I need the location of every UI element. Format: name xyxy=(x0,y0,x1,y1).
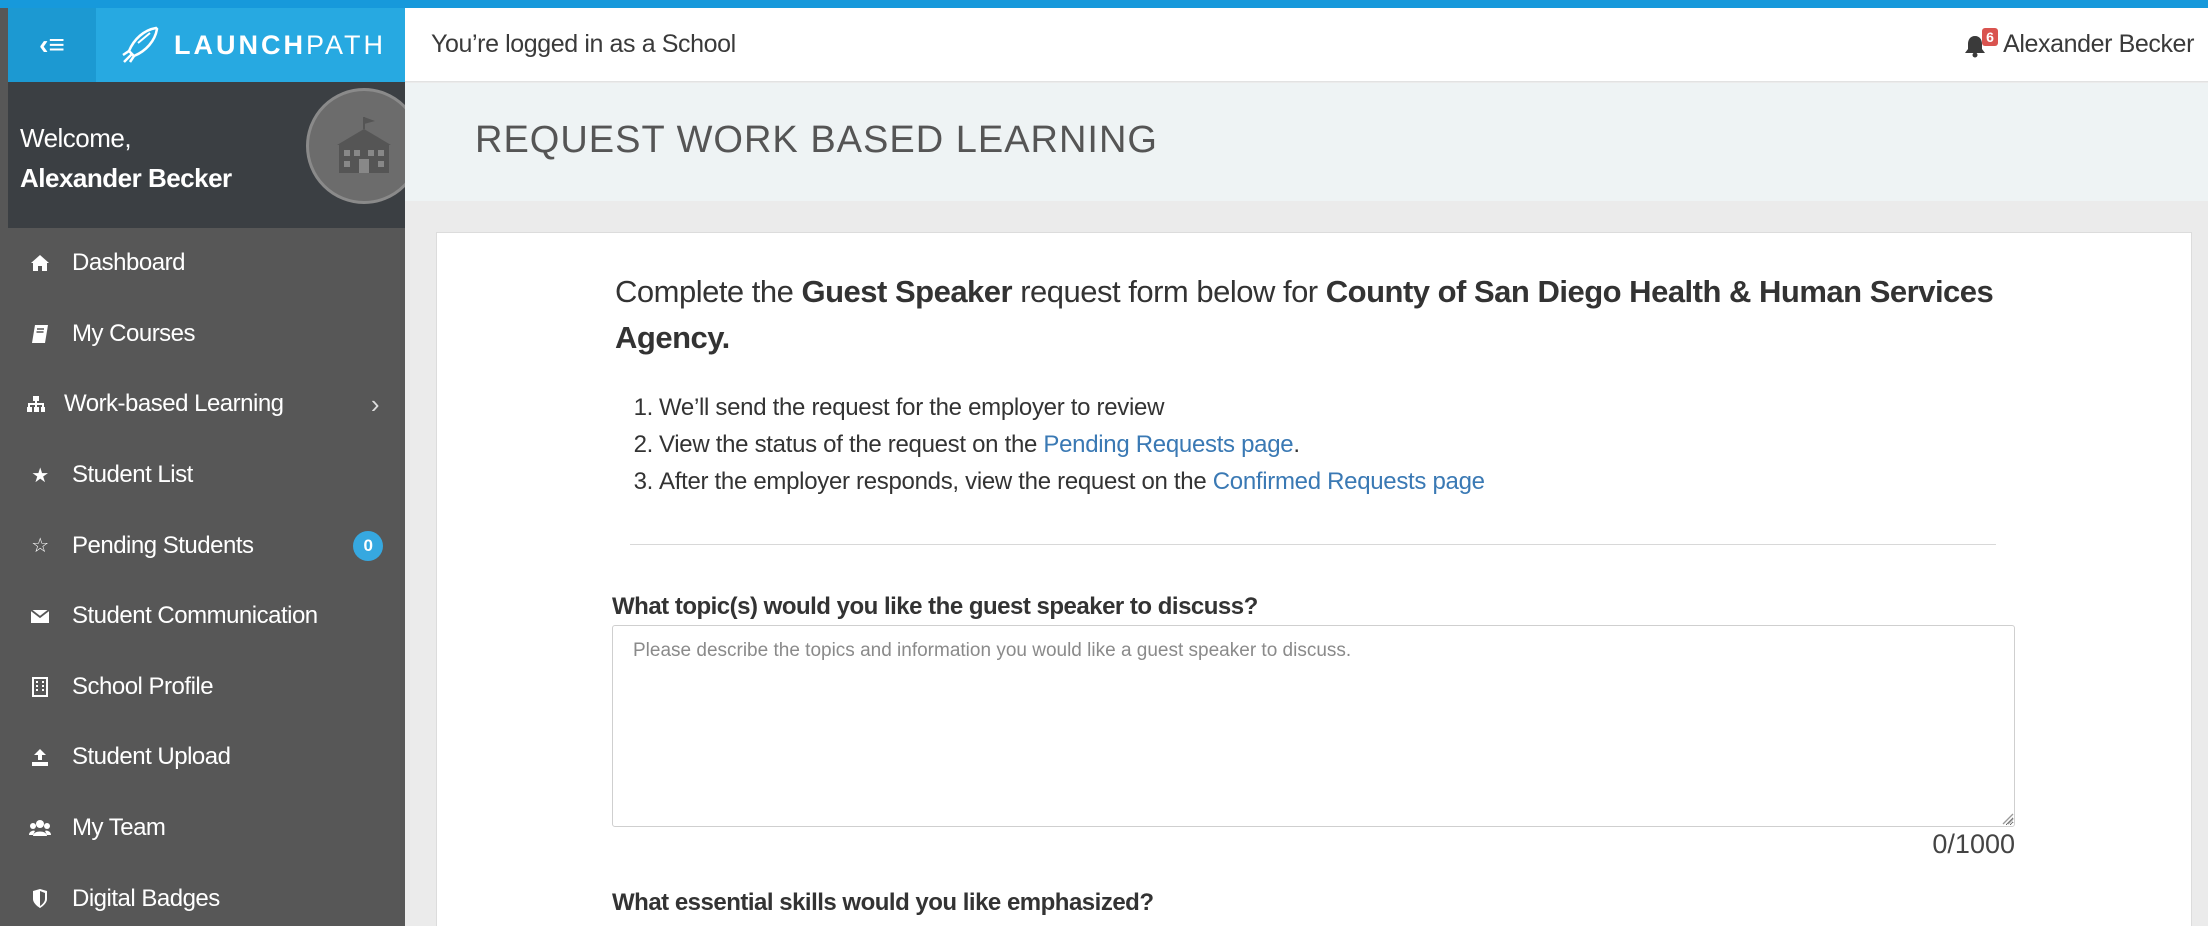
steps-list: 1. We’ll send the request for the employ… xyxy=(615,389,1485,500)
skills-question-label: What essential skills would you like emp… xyxy=(612,889,1154,916)
envelope-icon xyxy=(8,609,72,624)
star-outline-icon: ☆ xyxy=(31,535,49,558)
star-icon: ★ xyxy=(31,464,49,487)
list-item: 2. View the status of the request on the… xyxy=(615,426,1485,463)
sitemap-icon xyxy=(8,395,64,413)
sidebar-item-label: My Team xyxy=(72,814,166,842)
chevron-right-icon: › xyxy=(370,388,380,419)
list-item: 1. We’ll send the request for the employ… xyxy=(615,389,1485,426)
sidebar-item-label: Student List xyxy=(72,461,193,489)
sidebar-item-dashboard[interactable]: Dashboard xyxy=(8,228,405,299)
welcome-panel: Welcome, Alexander Becker xyxy=(8,82,405,228)
pending-students-badge: 0 xyxy=(353,530,383,561)
upload-icon xyxy=(8,747,72,767)
sidebar-item-label: Work-based Learning xyxy=(64,390,284,418)
resize-handle-icon[interactable] xyxy=(2000,811,2014,825)
confirmed-requests-link[interactable]: Confirmed Requests page xyxy=(1213,468,1485,495)
top-accent-strip xyxy=(0,0,2208,8)
pending-requests-link[interactable]: Pending Requests page xyxy=(1043,431,1293,458)
character-counter: 0/1000 xyxy=(1932,829,2015,859)
menu-collapse-icon[interactable]: ‹≡ xyxy=(8,8,96,82)
sidebar-item-my-team[interactable]: My Team xyxy=(8,793,405,864)
notifications-button[interactable]: 6 xyxy=(1964,28,1998,60)
step-number: 1. xyxy=(633,394,654,421)
page-title-band: REQUEST WORK BASED LEARNING xyxy=(405,83,2208,201)
sidebar-item-label: Dashboard xyxy=(72,249,185,277)
top-header: You’re logged in as a School 6 Alexander… xyxy=(405,8,2208,82)
step-text: View the status of the request on the xyxy=(659,431,1044,458)
sidebar-item-work-based-learning[interactable]: Work-based Learning › xyxy=(8,369,405,440)
request-type: Guest Speaker xyxy=(801,274,1013,309)
step-text: After the employer responds, view the re… xyxy=(659,468,1213,495)
users-icon xyxy=(8,819,72,837)
shield-icon xyxy=(8,888,72,909)
brand-name-bold: LAUNCH xyxy=(174,29,306,60)
sidebar-nav: Dashboard My Courses Work-based Learning… xyxy=(8,228,405,926)
topics-question-label: What topic(s) would you like the guest s… xyxy=(612,593,1258,620)
school-avatar[interactable] xyxy=(306,88,405,204)
rocket-icon xyxy=(122,26,159,63)
school-building-icon xyxy=(337,117,391,173)
step-number: 3. xyxy=(633,468,654,495)
sidebar-item-label: Student Communication xyxy=(72,602,318,630)
brand-bar: ‹≡ LAUNCHPATH xyxy=(8,8,405,82)
step-text: We’ll send the request for the employer … xyxy=(659,394,1165,421)
step-suffix: . xyxy=(1293,431,1300,458)
building-icon xyxy=(8,676,72,697)
sidebar-item-student-list[interactable]: ★ Student List xyxy=(8,440,405,511)
sidebar-item-school-profile[interactable]: School Profile xyxy=(8,652,405,723)
step-number: 2. xyxy=(633,431,654,458)
notification-count-badge: 6 xyxy=(1982,28,1998,46)
launchpath-logo[interactable]: LAUNCHPATH xyxy=(120,22,386,68)
sidebar-item-student-communication[interactable]: Student Communication xyxy=(8,581,405,652)
sidebar-item-student-upload[interactable]: Student Upload xyxy=(8,722,405,793)
welcome-greeting: Welcome, xyxy=(20,123,132,153)
sidebar-item-pending-students[interactable]: ☆ Pending Students 0 xyxy=(8,510,405,581)
form-intro: Complete the Guest Speaker request form … xyxy=(615,269,1995,361)
sidebar-item-my-courses[interactable]: My Courses xyxy=(8,299,405,370)
page-title: REQUEST WORK BASED LEARNING xyxy=(475,119,1158,161)
request-form-card: Complete the Guest Speaker request form … xyxy=(436,232,2192,926)
list-item: 3. After the employer responds, view the… xyxy=(615,463,1485,500)
intro-prefix: Complete the xyxy=(615,274,802,309)
section-divider xyxy=(630,544,1996,545)
welcome-user-name: Alexander Becker xyxy=(20,163,232,193)
topics-textarea[interactable] xyxy=(612,625,2015,827)
user-menu[interactable]: Alexander Becker xyxy=(2003,30,2194,59)
sidebar-item-digital-badges[interactable]: Digital Badges xyxy=(8,863,405,926)
sidebar-item-label: My Courses xyxy=(72,319,196,347)
intro-middle: request form below for xyxy=(1012,274,1326,309)
sidebar: ‹≡ LAUNCHPATH Welcome, Alexander Becker xyxy=(0,8,405,926)
login-status-text: You’re logged in as a School xyxy=(431,30,736,58)
home-icon xyxy=(8,254,72,272)
sidebar-item-label: Digital Badges xyxy=(72,884,220,912)
brand-name-light: PATH xyxy=(306,29,387,60)
sidebar-item-label: Student Upload xyxy=(72,743,231,771)
sidebar-item-label: School Profile xyxy=(72,672,214,700)
book-icon xyxy=(8,324,72,344)
